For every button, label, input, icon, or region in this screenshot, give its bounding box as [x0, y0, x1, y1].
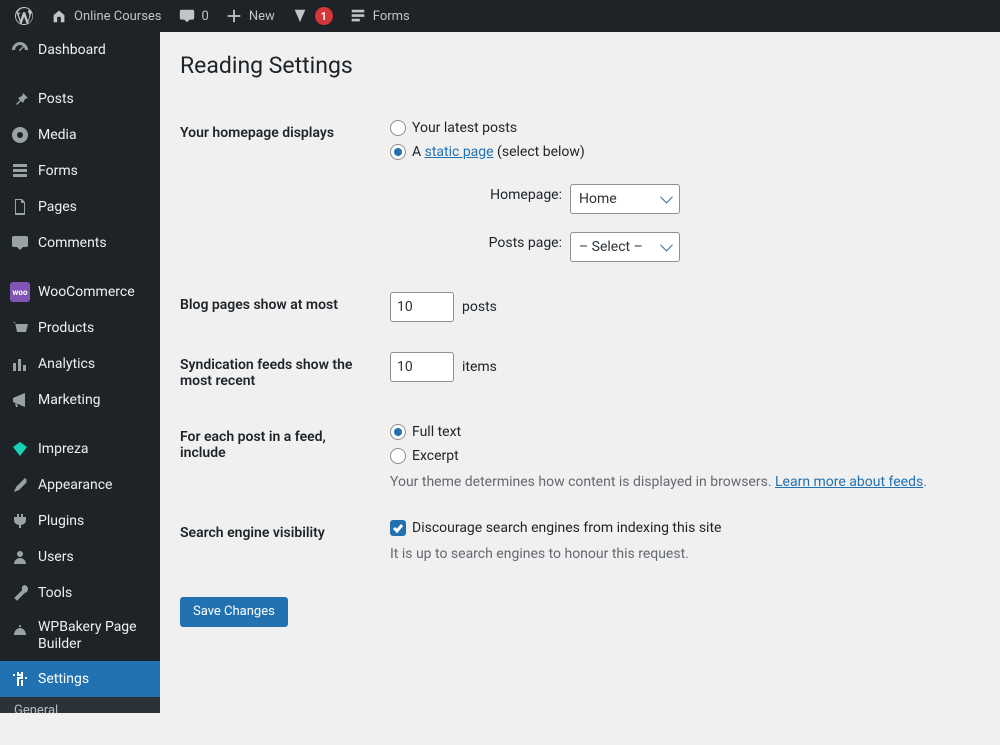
menu-products[interactable]: Products: [0, 310, 160, 346]
syndication-label: Syndication feeds show the most recent: [180, 337, 380, 409]
homepage-select-label: Homepage:: [490, 187, 562, 203]
plus-icon: [225, 7, 243, 25]
plugins-icon: [10, 511, 30, 531]
submenu-general[interactable]: General: [0, 697, 160, 713]
pages-icon: [10, 197, 30, 217]
products-icon: [10, 318, 30, 338]
feed-option-excerpt[interactable]: Excerpt: [390, 448, 970, 464]
pin-icon: [10, 89, 30, 109]
wpbakery-icon: [10, 621, 30, 641]
learn-feeds-link[interactable]: Learn more about feeds: [775, 474, 923, 490]
analytics-icon: [10, 354, 30, 374]
media-icon: [10, 125, 30, 145]
save-changes-button[interactable]: Save Changes: [180, 597, 288, 627]
menu-pages[interactable]: Pages: [0, 189, 160, 225]
menu-impreza[interactable]: Impreza: [0, 431, 160, 467]
settings-icon: [10, 669, 30, 689]
forms-icon: [349, 7, 367, 25]
site-name-link[interactable]: Online Courses: [42, 0, 170, 32]
forms-link[interactable]: Forms: [341, 0, 418, 32]
marketing-icon: [10, 390, 30, 410]
woo-icon: woo: [10, 282, 30, 302]
wp-logo[interactable]: [6, 0, 42, 32]
site-name: Online Courses: [74, 9, 162, 24]
menu-dashboard[interactable]: Dashboard: [0, 32, 160, 68]
homepage-select[interactable]: Home: [570, 184, 680, 214]
comments-icon: [10, 233, 30, 253]
home-icon: [50, 7, 68, 25]
menu-analytics[interactable]: Analytics: [0, 346, 160, 382]
menu-forms[interactable]: Forms: [0, 153, 160, 189]
yoast-icon: [291, 7, 309, 25]
blog-pages-label: Blog pages show at most: [180, 277, 380, 337]
radio-icon: [390, 448, 406, 464]
comment-icon: [178, 7, 196, 25]
users-icon: [10, 547, 30, 567]
tools-icon: [10, 583, 30, 603]
menu-comments[interactable]: Comments: [0, 225, 160, 261]
forms-menu-icon: [10, 161, 30, 181]
comments-count: 0: [202, 9, 209, 24]
menu-users[interactable]: Users: [0, 539, 160, 575]
blog-pages-input[interactable]: [390, 292, 454, 322]
postspage-select-label: Posts page:: [489, 235, 562, 251]
syndication-unit: items: [462, 359, 497, 375]
seo-description: It is up to search engines to honour thi…: [390, 546, 970, 562]
radio-checked-icon: [390, 424, 406, 440]
menu-settings[interactable]: Settings: [0, 661, 160, 697]
appearance-icon: [10, 475, 30, 495]
radio-checked-icon: [390, 144, 406, 160]
blog-pages-unit: posts: [462, 299, 497, 315]
menu-woocommerce[interactable]: wooWooCommerce: [0, 274, 160, 310]
menu-marketing[interactable]: Marketing: [0, 382, 160, 418]
menu-tools[interactable]: Tools: [0, 575, 160, 611]
menu-wpbakery[interactable]: WPBakery Page Builder: [0, 611, 160, 661]
new-label: New: [249, 9, 275, 24]
dashboard-icon: [10, 40, 30, 60]
checkbox-checked-icon: [390, 520, 406, 536]
menu-appearance[interactable]: Appearance: [0, 467, 160, 503]
menu-media[interactable]: Media: [0, 117, 160, 153]
postspage-select[interactable]: – Select –: [570, 232, 680, 262]
seo-visibility-label: Search engine visibility: [180, 505, 380, 577]
forms-label: Forms: [373, 9, 410, 24]
wordpress-icon: [14, 6, 34, 26]
page-title: Reading Settings: [180, 42, 980, 85]
menu-plugins[interactable]: Plugins: [0, 503, 160, 539]
yoast-link[interactable]: 1: [283, 0, 341, 32]
feed-description: Your theme determines how content is dis…: [390, 474, 970, 490]
syndication-input[interactable]: [390, 352, 454, 382]
feed-content-label: For each post in a feed, include: [180, 409, 380, 505]
homepage-displays-label: Your homepage displays: [180, 105, 380, 277]
static-page-link[interactable]: static page: [425, 144, 494, 160]
radio-icon: [390, 120, 406, 136]
impreza-icon: [10, 439, 30, 459]
feed-option-full[interactable]: Full text: [390, 424, 970, 440]
homepage-option-static[interactable]: A static page (select below): [390, 144, 970, 160]
new-content-link[interactable]: New: [217, 0, 283, 32]
seo-discourage-checkbox[interactable]: Discourage search engines from indexing …: [390, 520, 970, 536]
menu-posts[interactable]: Posts: [0, 81, 160, 117]
comments-link[interactable]: 0: [170, 0, 217, 32]
yoast-badge: 1: [315, 7, 333, 25]
homepage-option-latest[interactable]: Your latest posts: [390, 120, 970, 136]
